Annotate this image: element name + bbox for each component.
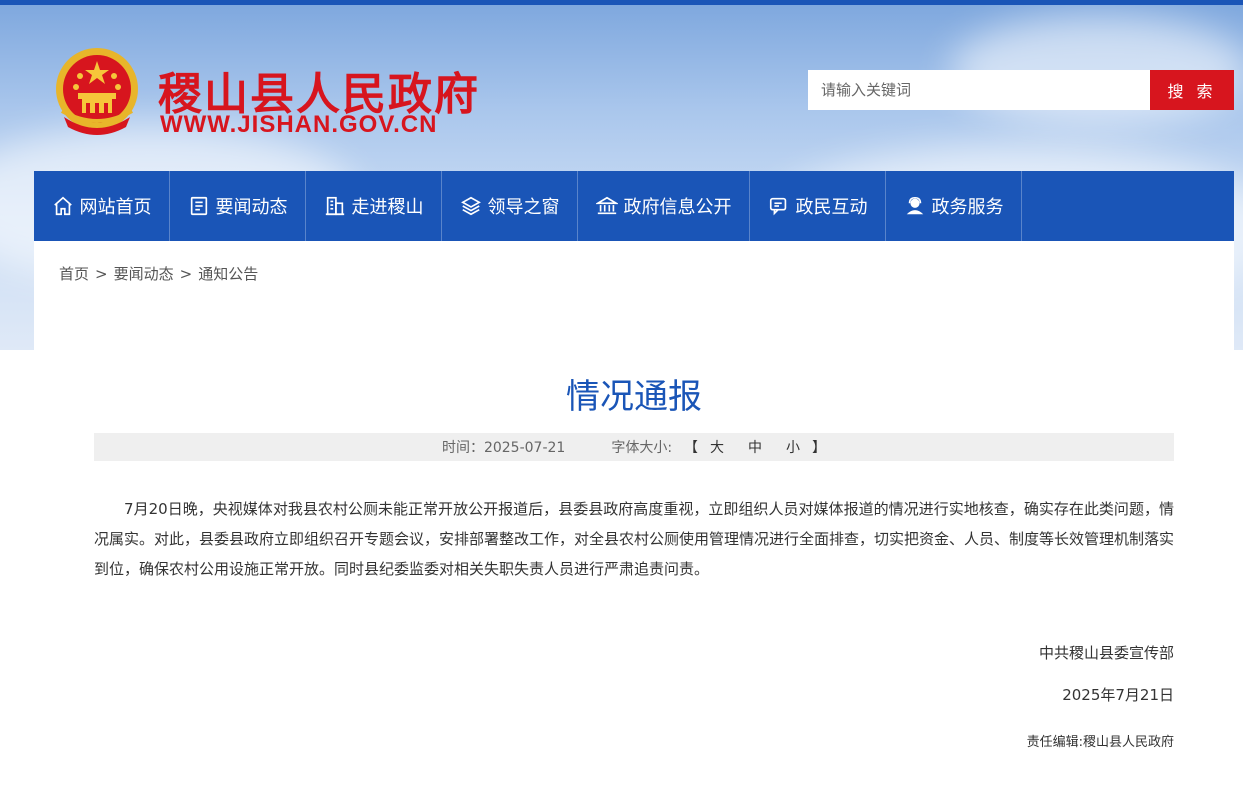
nav-item-services[interactable]: 政务服务 [886,171,1022,241]
site-url: WWW.JISHAN.GOV.CN [160,111,438,138]
font-size-large-button[interactable]: 大 [710,437,724,457]
building-icon [325,196,344,216]
nav-label: 政府信息公开 [623,197,732,218]
nav-item-about[interactable]: 走进稷山 [306,171,442,241]
main-content: 首页 > 要闻动态 > 通知公告 情况通报 时间：2025-07-21 字体大小: 【 … [34,241,1234,795]
signature-date: 2025年7月21日 [1062,686,1174,704]
breadcrumb-home[interactable]: 首页 [59,265,89,283]
national-emblem-icon [56,48,138,135]
font-size-label: 字体大小: [611,440,673,456]
breadcrumb-news[interactable]: 要闻动态 [114,265,174,283]
bracket-close: 】 [812,440,827,456]
home-icon [53,196,72,216]
chat-icon [769,197,786,216]
nav-item-news[interactable]: 要闻动态 [170,171,306,241]
nav-label: 网站首页 [79,197,152,218]
article-meta-bar: 时间：2025-07-21 字体大小: 【 大 中 小 】 [94,433,1174,461]
search-button[interactable]: 搜 索 [1150,70,1234,110]
service-icon [906,197,923,215]
nav-label: 政民互动 [795,197,868,218]
publish-time: 时间：2025-07-21 [441,440,566,456]
nav-item-gov-info[interactable]: 政府信息公开 [578,171,750,241]
nav-label: 政务服务 [931,197,1004,218]
signature-org: 中共稷山县委宣传部 [1038,644,1174,662]
nav-label: 走进稷山 [351,197,424,218]
responsible-editor: 责任编辑:稷山县人民政府 [1026,735,1174,750]
article-body: 7月20日晚，央视媒体对我县农村公厕未能正常开放公开报道后，县委县政府高度重视，… [94,500,1175,578]
nav-item-interaction[interactable]: 政民互动 [750,171,886,241]
search-input[interactable] [808,70,1150,110]
news-icon [190,196,207,216]
bracket-open: 【 [684,440,699,456]
breadcrumb: 首页 > 要闻动态 > 通知公告 [59,263,258,284]
font-size-medium-button[interactable]: 中 [748,437,762,457]
nav-label: 要闻动态 [215,197,288,218]
article-title: 情况通报 [566,377,702,417]
layers-icon [460,196,481,216]
nav-item-home[interactable]: 网站首页 [34,171,170,241]
breadcrumb-separator: > [95,265,108,283]
nav-label: 领导之窗 [487,197,560,218]
main-nav: 网站首页 要闻动态 走进稷山 领导之窗 政府信息公开 政民互动 政务服务 [34,171,1234,241]
government-icon [595,196,618,215]
breadcrumb-separator: > [179,265,193,283]
nav-item-leaders[interactable]: 领导之窗 [442,171,578,241]
font-size-small-button[interactable]: 小 [786,437,800,457]
breadcrumb-notices[interactable]: 通知公告 [198,265,258,283]
